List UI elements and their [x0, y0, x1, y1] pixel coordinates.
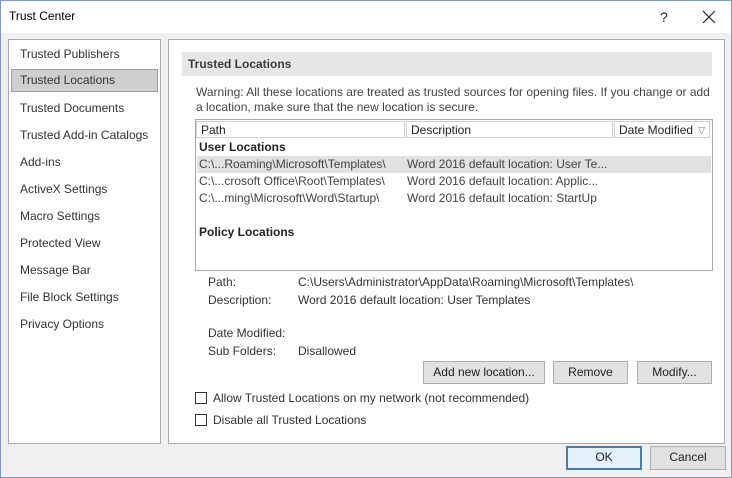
main-panel: Trusted Locations Warning: All these loc… — [168, 39, 725, 444]
sidebar-item-trusted-locations[interactable]: Trusted Locations — [11, 69, 158, 92]
sidebar-item-file-block-settings[interactable]: File Block Settings — [11, 286, 158, 309]
sidebar-item-trusted-publishers[interactable]: Trusted Publishers — [11, 43, 158, 66]
row-path: C:\...crosoft Office\Root\Templates\ — [199, 174, 385, 188]
detail-description-value: Word 2016 default location: User Templat… — [298, 293, 531, 307]
table-row[interactable]: C:\...crosoft Office\Root\Templates\ Wor… — [197, 173, 711, 190]
table-row[interactable]: C:\...Roaming\Microsoft\Templates\ Word … — [197, 156, 711, 173]
detail-path-value: C:\Users\Administrator\AppData\Roaming\M… — [298, 275, 634, 289]
group-header-user-locations: User Locations — [199, 140, 286, 154]
cancel-button[interactable]: Cancel — [650, 446, 726, 470]
row-description: Word 2016 default location: Applic... — [407, 174, 599, 188]
title-bar: Trust Center ? — [1, 1, 731, 33]
detail-description-label: Description: — [208, 293, 272, 307]
warning-line-1: Warning: All these locations are treated… — [196, 85, 710, 99]
disable-all-checkbox[interactable] — [195, 414, 207, 426]
ok-button[interactable]: OK — [566, 446, 642, 470]
sidebar-item-trusted-addin-catalogs[interactable]: Trusted Add-in Catalogs — [11, 124, 158, 147]
disable-all-label[interactable]: Disable all Trusted Locations — [213, 413, 366, 427]
sidebar-nav: Trusted Publishers Trusted Locations Tru… — [8, 39, 161, 444]
detail-subfolders-value: Disallowed — [298, 344, 357, 358]
modify-button[interactable]: Modify... — [637, 361, 712, 384]
row-description: Word 2016 default location: StartUp — [407, 191, 597, 205]
detail-subfolders-label: Sub Folders: — [208, 344, 277, 358]
section-title: Trusted Locations — [182, 52, 712, 76]
detail-date-modified-label: Date Modified: — [208, 326, 286, 340]
sidebar-item-message-bar[interactable]: Message Bar — [11, 259, 158, 282]
column-header-description[interactable]: Description — [406, 121, 613, 138]
remove-button[interactable]: Remove — [553, 361, 628, 384]
close-icon[interactable] — [695, 5, 723, 29]
table-row[interactable]: C:\...ming\Microsoft\Word\Startup\ Word … — [197, 190, 711, 207]
row-path: C:\...ming\Microsoft\Word\Startup\ — [199, 191, 380, 205]
trust-center-dialog: Trust Center ? Trusted Publishers Truste… — [0, 0, 732, 478]
row-description: Word 2016 default location: User Te... — [407, 157, 608, 171]
add-new-location-button[interactable]: Add new location... — [423, 361, 545, 384]
detail-path-label: Path: — [208, 275, 237, 289]
sort-chevron-icon: ▽ — [698, 125, 705, 135]
warning-text: Warning: All these locations are treated… — [196, 85, 716, 115]
dialog-title: Trust Center — [9, 9, 76, 23]
sidebar-item-trusted-documents[interactable]: Trusted Documents — [11, 97, 158, 120]
warning-line-2: a location, make sure that the new locat… — [196, 100, 479, 114]
row-path: C:\...Roaming\Microsoft\Templates\ — [199, 157, 386, 171]
sidebar-item-addins[interactable]: Add-ins — [11, 151, 158, 174]
sidebar-item-protected-view[interactable]: Protected View — [11, 232, 158, 255]
column-header-path[interactable]: Path — [196, 121, 405, 138]
group-header-policy-locations: Policy Locations — [199, 225, 295, 239]
column-header-date-modified[interactable]: Date Modified ▽ — [614, 121, 710, 138]
allow-network-label[interactable]: Allow Trusted Locations on my network (n… — [213, 391, 529, 405]
help-icon[interactable]: ? — [651, 5, 677, 29]
column-header-date-modified-label: Date Modified — [619, 123, 694, 137]
allow-network-checkbox[interactable] — [195, 392, 207, 404]
trusted-locations-list[interactable]: Path Description Date Modified ▽ User Lo… — [195, 119, 713, 271]
sidebar-item-activex-settings[interactable]: ActiveX Settings — [11, 178, 158, 201]
sidebar-item-privacy-options[interactable]: Privacy Options — [11, 313, 158, 336]
sidebar-item-macro-settings[interactable]: Macro Settings — [11, 205, 158, 228]
